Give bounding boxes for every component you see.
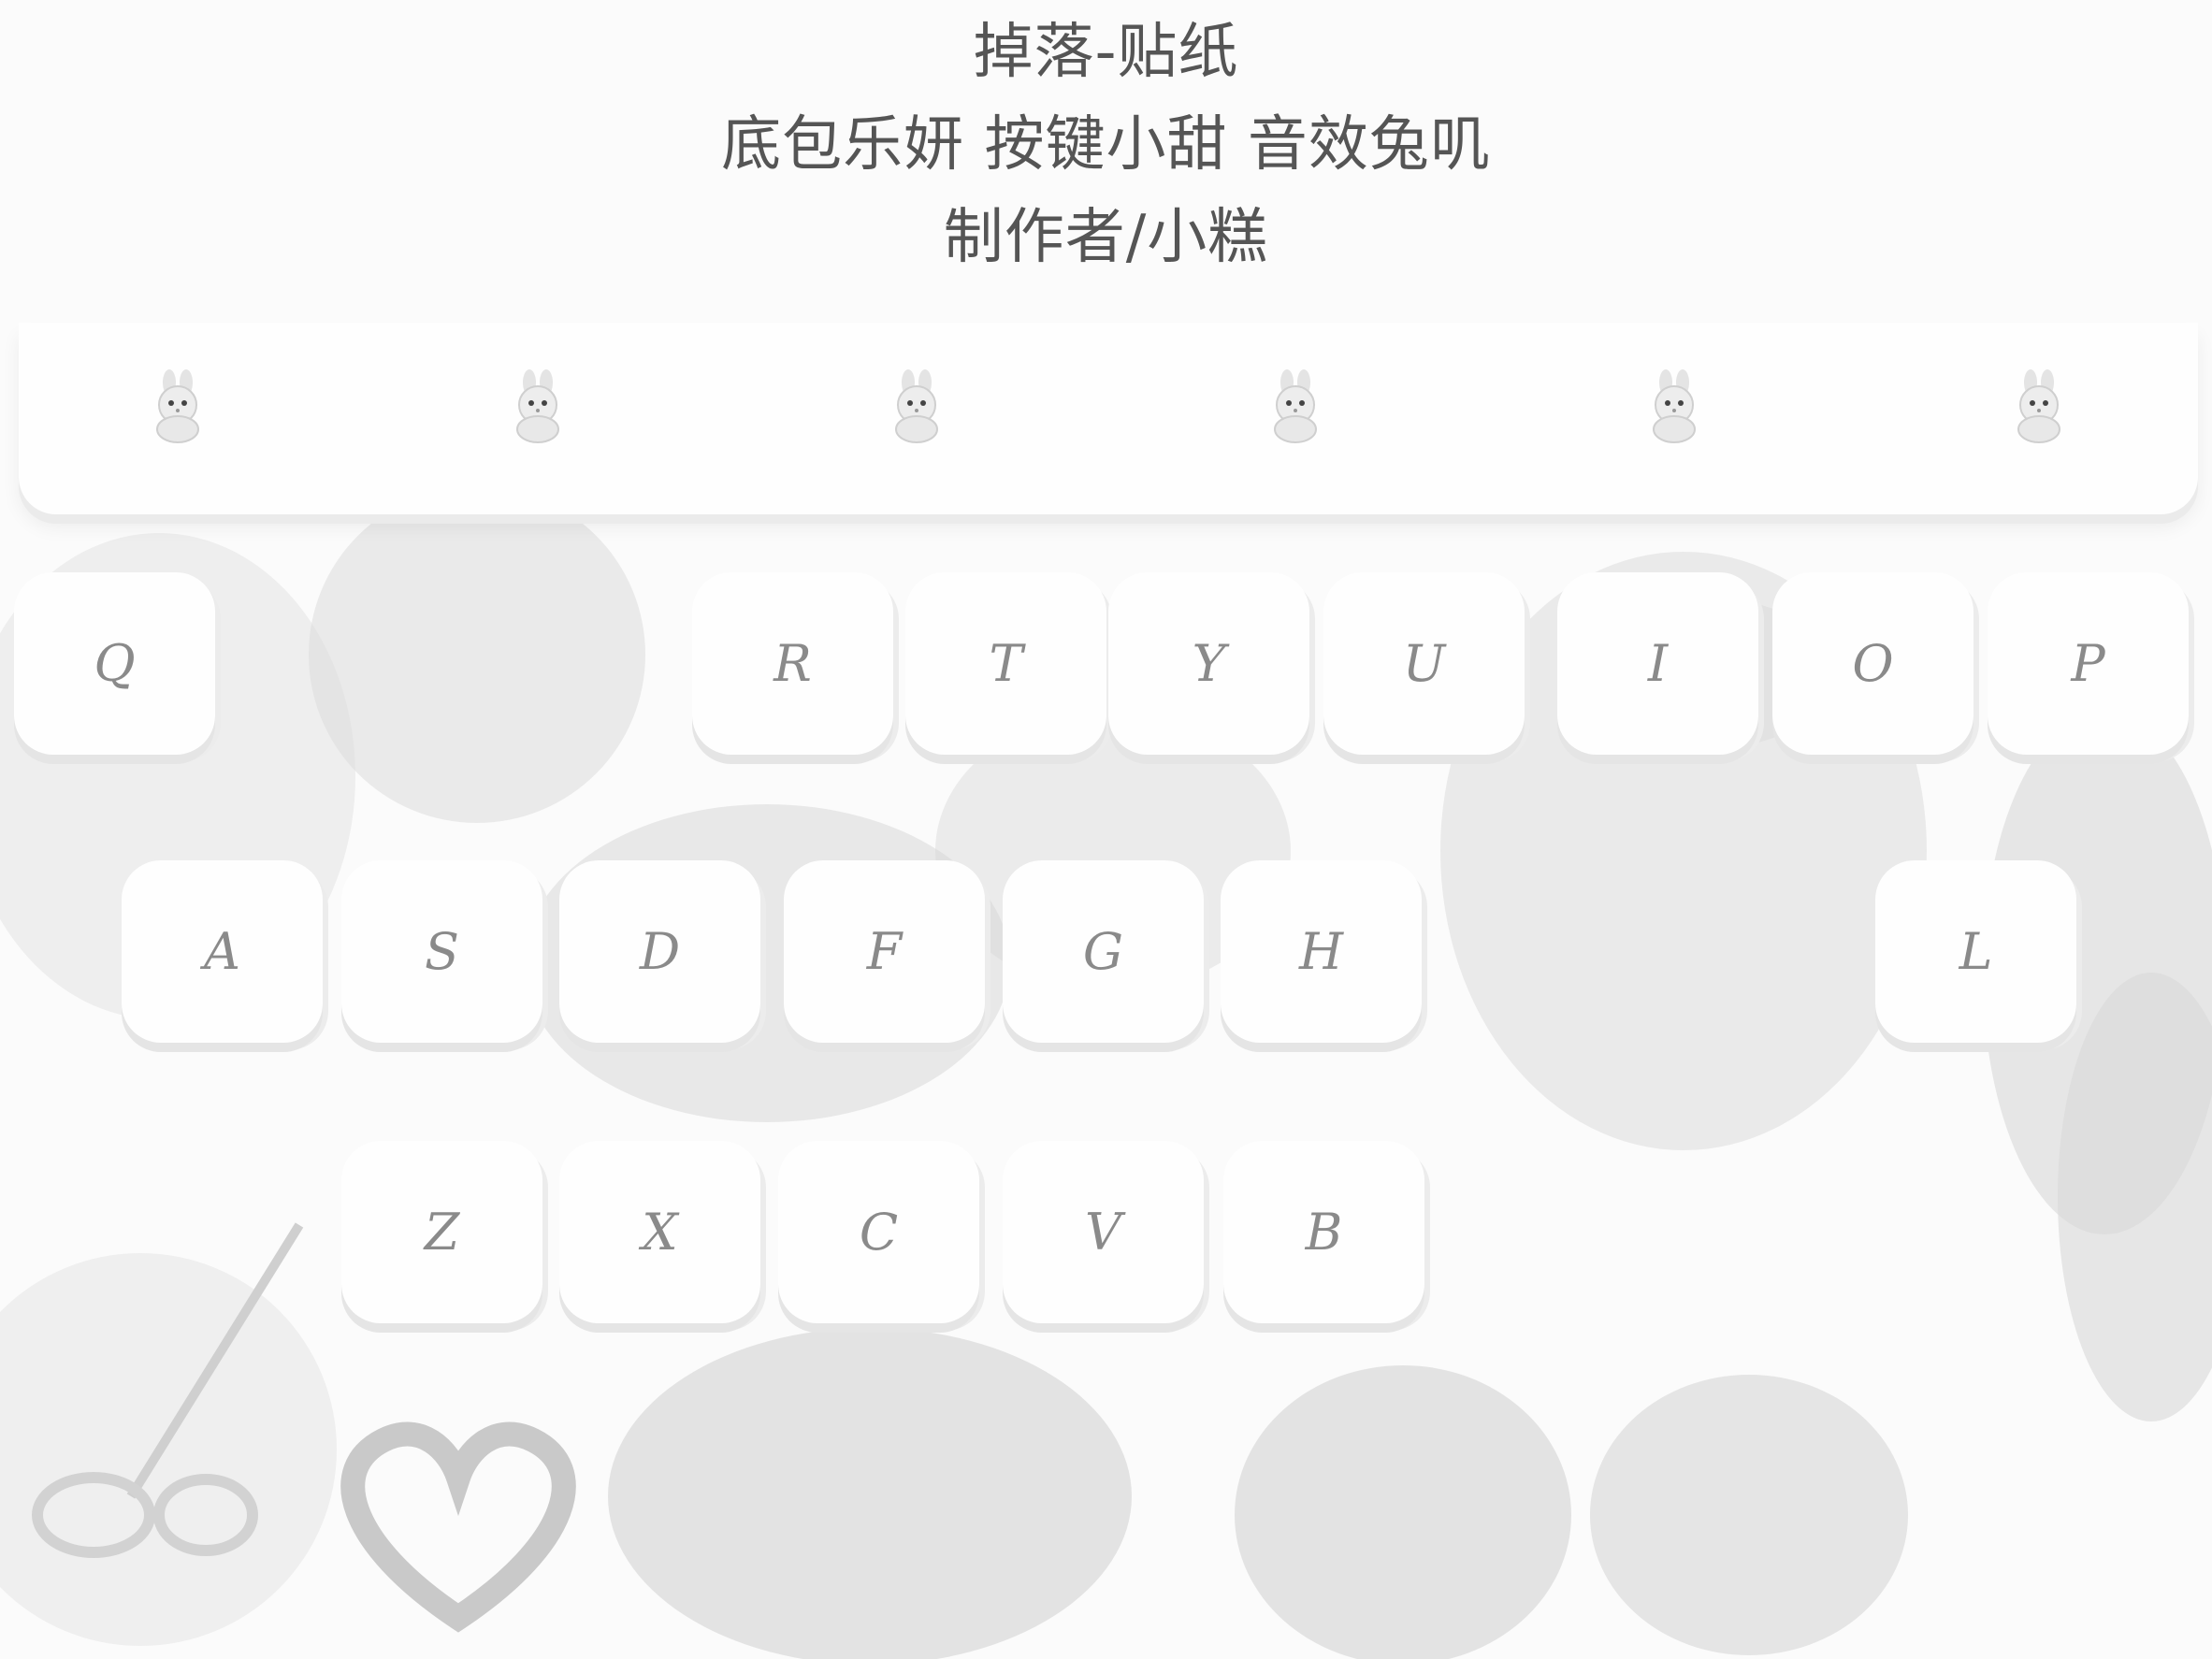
key-label: D [639, 922, 681, 981]
key-label: T [989, 634, 1023, 693]
key-label: G [1082, 922, 1124, 981]
key-b[interactable]: B [1223, 1141, 1424, 1323]
key-v[interactable]: V [1003, 1141, 1204, 1323]
keyboard-toolbar [19, 323, 2198, 514]
key-label: L [1959, 922, 1993, 981]
key-l[interactable]: L [1875, 860, 2076, 1043]
bunny-icon[interactable] [505, 369, 571, 444]
key-label: C [859, 1203, 899, 1262]
key-label: U [1402, 634, 1446, 693]
key-o[interactable]: O [1772, 572, 1973, 755]
bunny-icon[interactable] [145, 369, 210, 444]
key-x[interactable]: X [559, 1141, 760, 1323]
key-f[interactable]: F [784, 860, 985, 1043]
key-label: R [773, 634, 812, 693]
key-d[interactable]: D [559, 860, 760, 1043]
bunny-icon[interactable] [2006, 369, 2072, 444]
key-a[interactable]: A [122, 860, 323, 1043]
key-label: I [1647, 634, 1669, 693]
skin-author: 制作者/小糕 [943, 203, 1269, 272]
key-z[interactable]: Z [341, 1141, 542, 1323]
key-label: X [642, 1203, 678, 1262]
key-r[interactable]: R [692, 572, 893, 755]
key-label: O [1852, 634, 1894, 693]
key-s[interactable]: S [341, 860, 542, 1043]
key-u[interactable]: U [1323, 572, 1525, 755]
key-i[interactable]: I [1557, 572, 1758, 755]
key-label: F [866, 922, 903, 981]
key-label: A [204, 922, 240, 981]
key-label: B [1305, 1203, 1343, 1262]
key-label: Z [424, 1203, 460, 1262]
key-label: H [1298, 922, 1344, 981]
key-t[interactable]: T [905, 572, 1106, 755]
key-c[interactable]: C [778, 1141, 979, 1323]
key-label: S [425, 922, 459, 981]
credits-header: 掉落-贴纸 底包乐妍 按键小甜 音效兔叽 制作者/小糕 [0, 0, 2212, 299]
key-q[interactable]: Q [14, 572, 215, 755]
key-g[interactable]: G [1003, 860, 1204, 1043]
key-label: V [1085, 1203, 1121, 1262]
key-label: P [2071, 634, 2105, 693]
skin-credits: 底包乐妍 按键小甜 音效兔叽 [721, 110, 1491, 180]
key-label: Q [94, 634, 136, 693]
bunny-icon[interactable] [1263, 369, 1328, 444]
key-y[interactable]: Y [1108, 572, 1309, 755]
bunny-icon[interactable] [1641, 369, 1707, 444]
key-h[interactable]: H [1221, 860, 1422, 1043]
key-label: Y [1192, 634, 1226, 693]
heart-wreath-icon [340, 1421, 576, 1633]
key-p[interactable]: P [1988, 572, 2189, 755]
skin-title: 掉落-贴纸 [973, 18, 1239, 87]
scissors-icon [32, 1222, 304, 1558]
bunny-icon[interactable] [884, 369, 949, 444]
